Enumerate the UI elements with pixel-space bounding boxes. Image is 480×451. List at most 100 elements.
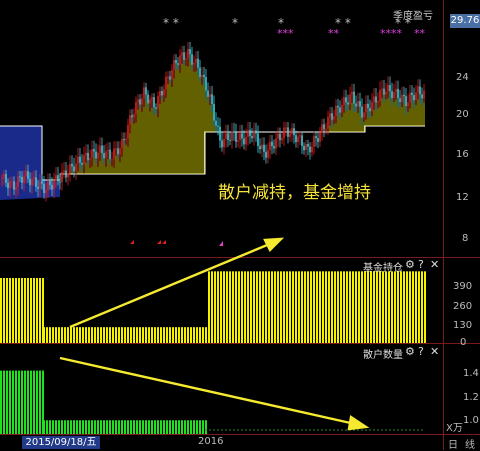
fund-bar	[334, 271, 336, 343]
retail-bar	[181, 420, 183, 434]
star-marker: * *	[163, 16, 179, 30]
fund-bar	[136, 327, 138, 343]
close-icon[interactable]: ✕	[430, 345, 439, 358]
fund-bar	[301, 271, 303, 343]
retail-bar	[103, 420, 105, 434]
retail-bar	[91, 420, 93, 434]
retail-bar	[58, 420, 60, 434]
fund-bar	[262, 271, 264, 343]
candle-body	[63, 170, 65, 172]
candle-body	[327, 116, 329, 129]
fund-bar	[127, 327, 129, 343]
candle-body	[281, 138, 283, 141]
candle-body	[423, 90, 425, 99]
candle-body	[9, 181, 11, 189]
retail-bar	[21, 370, 23, 434]
candle-body	[177, 63, 179, 65]
candle-body	[47, 181, 49, 191]
fund-bar	[109, 327, 111, 343]
fund-bar	[196, 327, 198, 343]
candle-body	[181, 52, 183, 56]
candle-body	[381, 88, 383, 90]
fund-bar	[67, 327, 69, 343]
gear-icon[interactable]: ⚙	[405, 258, 415, 271]
chart-annotation: 散户减持，基金增持	[218, 183, 371, 203]
candle-body	[319, 132, 321, 142]
fund-bar	[217, 271, 219, 343]
stock-chart[interactable]	[0, 0, 480, 450]
candle-body	[411, 92, 413, 96]
candle-body	[33, 177, 35, 179]
fund-bar	[181, 327, 183, 343]
candle-body	[345, 97, 347, 103]
retail-bar	[151, 420, 153, 434]
candle-body	[383, 88, 385, 95]
fund-bar	[280, 271, 282, 343]
candle-body	[355, 103, 357, 107]
signal-markers	[130, 240, 223, 246]
fund-bar	[172, 327, 174, 343]
fund-bar	[265, 271, 267, 343]
retail-bar	[46, 420, 48, 434]
candle-body	[201, 74, 203, 78]
candle-body	[175, 60, 177, 64]
fund-bar	[0, 278, 2, 343]
cursor-date: 2015/09/18/五	[22, 436, 100, 449]
fund-bar	[121, 327, 123, 343]
retail-bar	[85, 420, 87, 434]
candle-body	[83, 155, 85, 165]
candle-body	[321, 124, 323, 133]
candle-body	[163, 89, 165, 96]
fund-bar	[184, 327, 186, 343]
fund-bar	[94, 327, 96, 343]
candle-body	[247, 130, 249, 137]
fund-bar	[199, 327, 201, 343]
fund-bar	[322, 271, 324, 343]
fund-bar	[247, 271, 249, 343]
candle-body	[333, 116, 335, 120]
candle-body	[413, 95, 415, 101]
retail-bar	[154, 420, 156, 434]
candle-body	[311, 146, 313, 153]
retail-bar	[169, 420, 171, 434]
candle-body	[309, 146, 311, 153]
retail-bar	[88, 420, 90, 434]
candle-body	[95, 151, 97, 159]
help-icon[interactable]: ?	[418, 345, 424, 358]
candle-body	[17, 176, 19, 188]
candle-body	[293, 128, 295, 136]
candle-body	[415, 92, 417, 101]
candle-body	[277, 133, 279, 139]
candle-body	[179, 55, 181, 65]
candle-body	[31, 178, 33, 186]
candle-body	[273, 146, 275, 149]
candle-body	[65, 170, 67, 178]
fund-bar	[85, 327, 87, 343]
retail-bar	[124, 420, 126, 434]
fund-bar	[24, 278, 26, 343]
fund-bar	[27, 278, 29, 343]
panel-frames	[0, 0, 480, 450]
close-icon[interactable]: ✕	[430, 258, 439, 271]
retail-bar	[172, 420, 174, 434]
period-line-button[interactable]: 线	[465, 436, 475, 451]
candle-body	[365, 103, 367, 113]
candle-body	[267, 150, 269, 158]
period-day-button[interactable]: 日	[448, 436, 458, 451]
candle-body	[127, 125, 129, 139]
candle-body	[167, 76, 169, 78]
fund-bar	[418, 271, 420, 343]
retail-bar	[193, 420, 195, 434]
candle-body	[227, 133, 229, 140]
candle-body	[57, 175, 59, 182]
candle-body	[197, 58, 199, 68]
candle-body	[299, 135, 301, 137]
retail-bar	[39, 370, 41, 434]
retail-bar	[163, 420, 165, 434]
retail-bar	[64, 420, 66, 434]
help-icon[interactable]: ?	[418, 258, 424, 271]
candle-body	[77, 156, 79, 164]
retail-bar	[205, 420, 207, 434]
candle-body	[19, 176, 21, 178]
gear-icon[interactable]: ⚙	[405, 345, 415, 358]
